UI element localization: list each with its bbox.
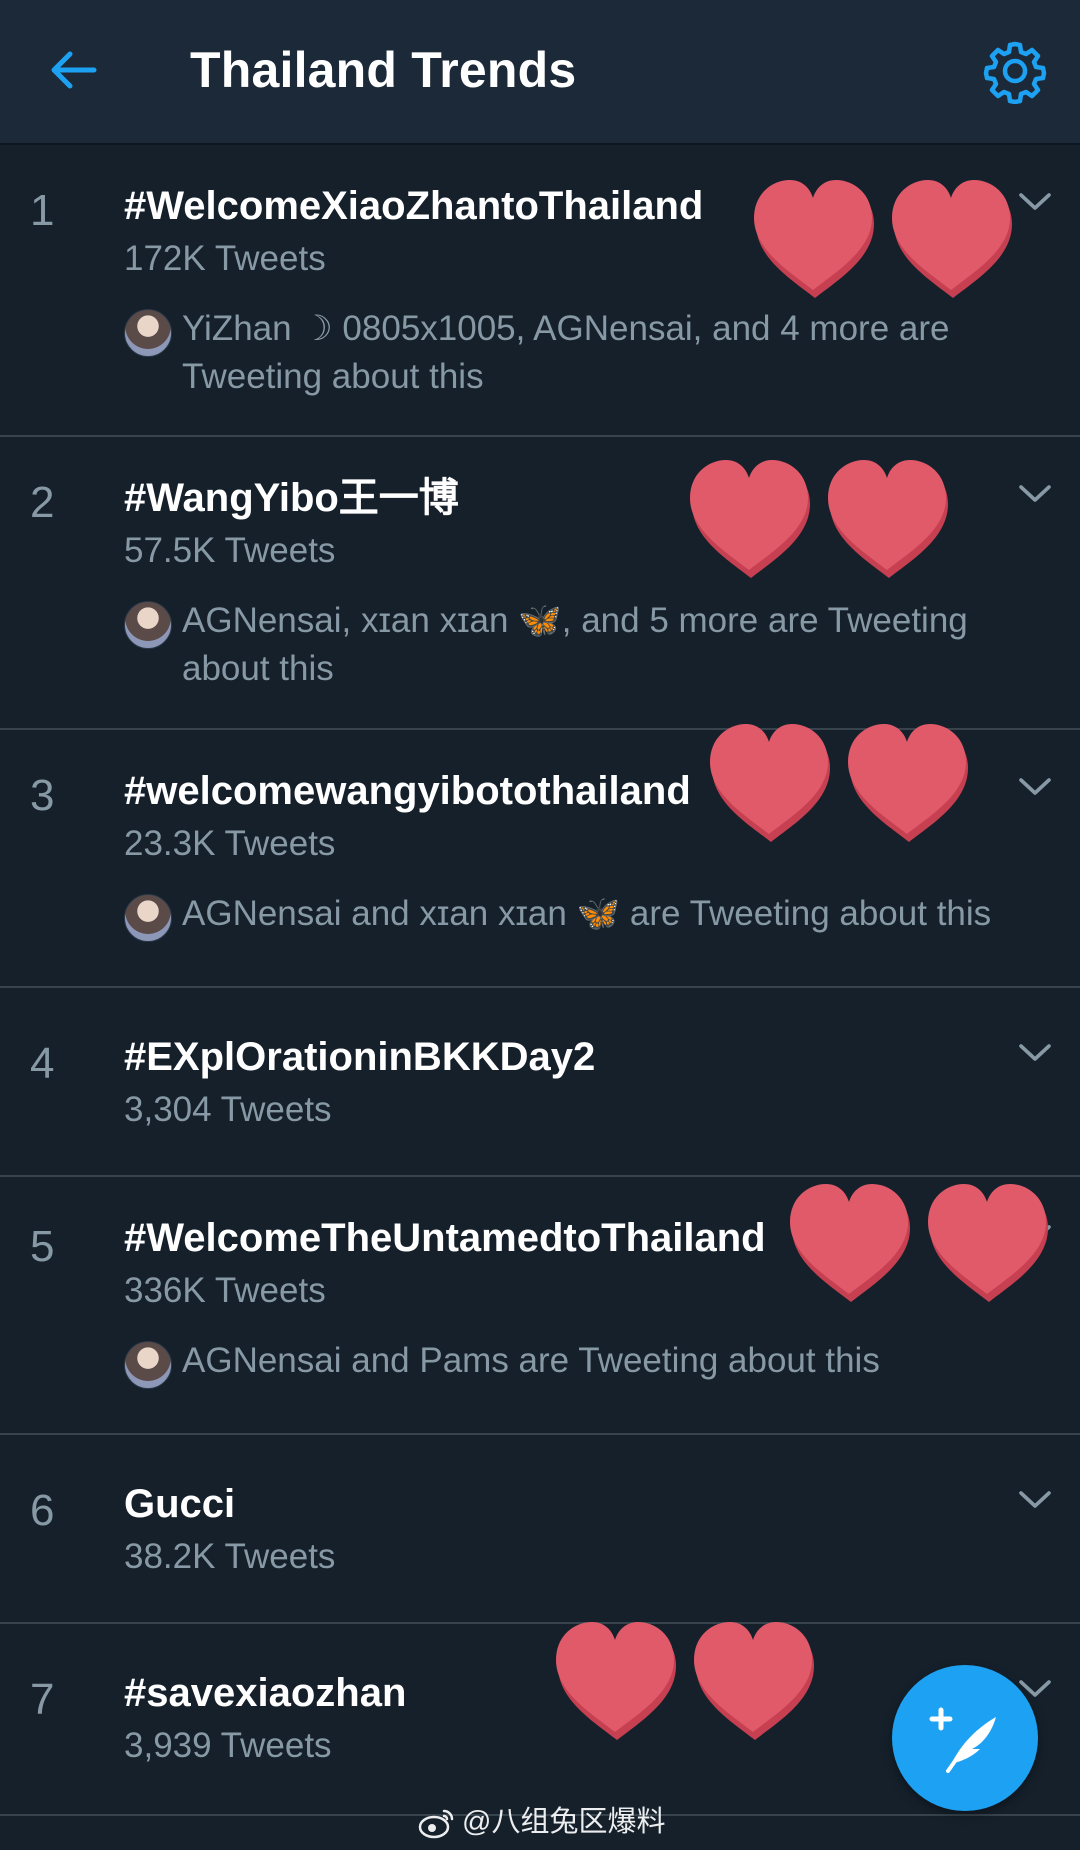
trend-tweet-count: 57.5K Tweets [124, 531, 336, 570]
page-title: Thailand Trends [190, 42, 577, 98]
trend-tweet-count: 23.3K Tweets [124, 824, 336, 863]
heart-icon [552, 1620, 678, 1742]
trend-tweet-count: 172K Tweets [124, 239, 326, 278]
trend-tweet-count: 3,939 Tweets [124, 1726, 332, 1765]
settings-button[interactable] [982, 38, 1048, 105]
avatar [124, 894, 172, 942]
chevron-down-icon[interactable] [1018, 776, 1052, 798]
gear-icon [983, 41, 1047, 105]
trend-item[interactable]: 4 #EXplOrationinBKKDay2 3,304 Tweets [0, 988, 1080, 1177]
trend-item[interactable]: 6 Gucci 38.2K Tweets [0, 1435, 1080, 1624]
heart-icon [686, 458, 812, 580]
trend-rank: 6 [30, 1486, 55, 1535]
trend-topic[interactable]: #WelcomeXiaoZhantoThailand [124, 181, 703, 231]
trend-topic[interactable]: #EXplOrationinBKKDay2 [124, 1032, 595, 1082]
avatar [124, 601, 172, 649]
heart-stickers [750, 178, 1020, 308]
trend-context: AGNensai and xɪan xɪan 🦋 are Tweeting ab… [182, 894, 992, 933]
weibo-icon [418, 1810, 454, 1839]
trend-context: YiZhan ☽ 0805x1005, AGNensai, and 4 more… [182, 309, 950, 396]
trend-rank: 4 [30, 1039, 55, 1088]
heart-icon [750, 178, 876, 300]
chevron-down-icon[interactable] [1018, 1489, 1052, 1511]
heart-icon [824, 458, 950, 580]
back-button[interactable] [44, 40, 104, 100]
heart-icon [690, 1620, 816, 1742]
heart-icon [786, 1182, 912, 1304]
trend-context: AGNensai and Pams are Tweeting about thi… [182, 1341, 880, 1380]
arrow-left-icon [51, 51, 97, 89]
compose-tweet-icon [929, 1707, 996, 1773]
avatar [124, 309, 172, 357]
watermark: @八组兔区爆料 [418, 1802, 665, 1842]
top-app-bar: Thailand Trends [0, 0, 1080, 145]
trend-topic[interactable]: #welcomewangyibotothailand [124, 766, 691, 816]
trend-rank: 2 [30, 478, 55, 527]
heart-icon [844, 722, 970, 844]
trend-rank: 5 [30, 1222, 55, 1271]
chevron-down-icon[interactable] [1018, 483, 1052, 505]
heart-stickers [786, 1182, 1056, 1312]
trend-topic[interactable]: #WangYibo王一博 [124, 473, 459, 523]
avatar [124, 1341, 172, 1389]
trend-tweet-count: 336K Tweets [124, 1271, 326, 1310]
heart-stickers [686, 458, 956, 588]
trend-rank: 7 [30, 1675, 55, 1724]
heart-icon [706, 722, 832, 844]
trend-topic[interactable]: #WelcomeTheUntamedtoThailand [124, 1213, 766, 1263]
trend-rank: 1 [30, 186, 55, 235]
trend-topic[interactable]: Gucci [124, 1479, 235, 1529]
trend-tweet-count: 3,304 Tweets [124, 1090, 332, 1129]
chevron-down-icon[interactable] [1018, 1042, 1052, 1064]
trend-context: AGNensai, xɪan xɪan 🦋, and 5 more are Tw… [182, 601, 968, 688]
trend-topic[interactable]: #savexiaozhan [124, 1668, 406, 1718]
heart-stickers [552, 1620, 822, 1750]
watermark-text: @八组兔区爆料 [462, 1806, 666, 1838]
heart-icon [888, 178, 1014, 300]
trend-rank: 3 [30, 771, 55, 820]
trend-tweet-count: 38.2K Tweets [124, 1537, 336, 1576]
heart-icon [924, 1182, 1050, 1304]
heart-stickers [706, 722, 976, 852]
chevron-down-icon[interactable] [1018, 191, 1052, 213]
compose-tweet-button[interactable] [892, 1665, 1038, 1811]
